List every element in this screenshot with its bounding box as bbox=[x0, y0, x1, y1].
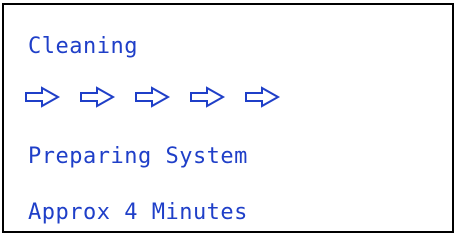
display-frame: Cleaning Preparing System Approx 4 Minut… bbox=[2, 3, 454, 233]
time-estimate-text: Approx 4 Minutes bbox=[28, 200, 248, 225]
arrow-right-icon bbox=[79, 86, 116, 108]
status-text: Preparing System bbox=[28, 144, 248, 169]
progress-arrows bbox=[24, 86, 281, 108]
display-title: Cleaning bbox=[28, 34, 138, 59]
arrow-right-icon bbox=[134, 86, 171, 108]
arrow-right-icon bbox=[189, 86, 226, 108]
arrow-right-icon bbox=[24, 86, 61, 108]
lcd-screen: Cleaning Preparing System Approx 4 Minut… bbox=[0, 0, 461, 240]
arrow-right-icon bbox=[244, 86, 281, 108]
